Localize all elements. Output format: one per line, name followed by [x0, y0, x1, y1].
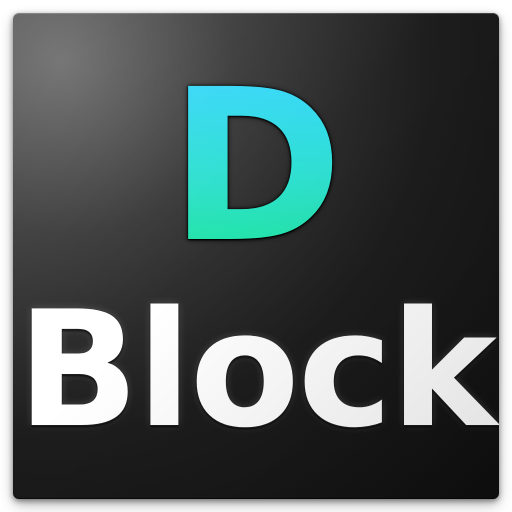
canvas: D Block: [0, 0, 512, 512]
logo-initial: D: [13, 62, 499, 272]
app-icon-tile: D Block: [13, 13, 499, 499]
logo-word: Block: [17, 276, 497, 463]
